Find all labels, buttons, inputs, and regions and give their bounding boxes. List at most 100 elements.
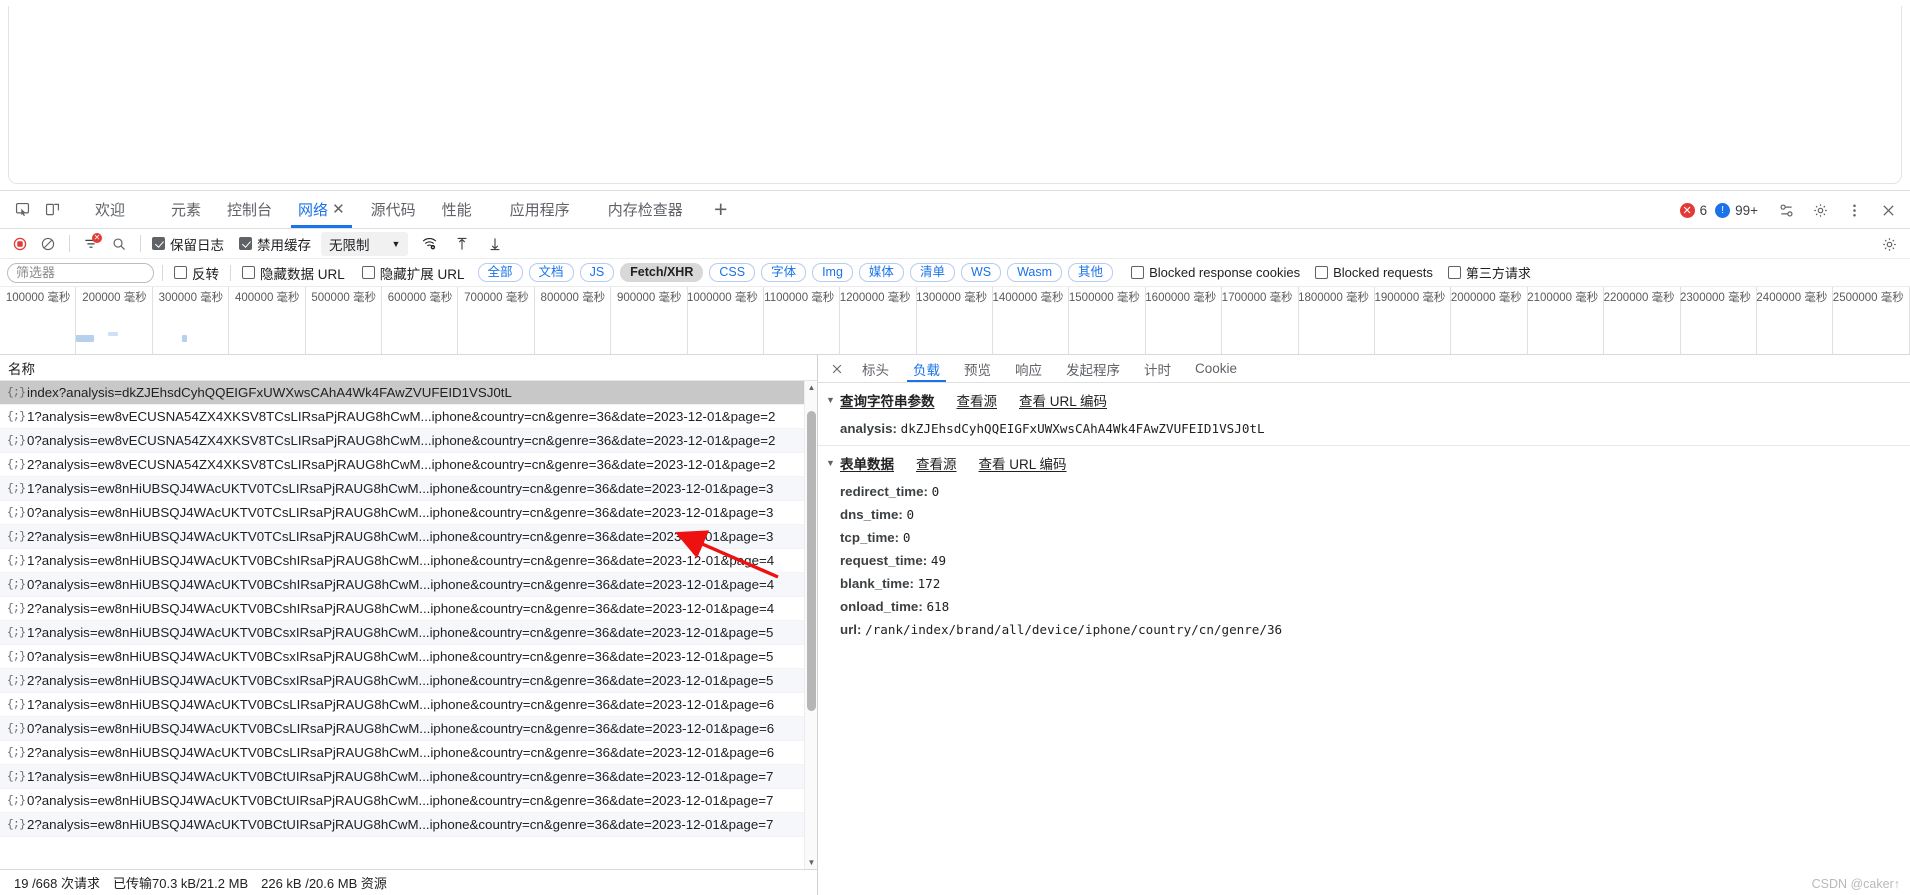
request-list[interactable]: {;} index?analysis=dkZJEhsdCyhQQEIGFxUWXw… <box>0 381 817 869</box>
request-list-scrollbar[interactable]: ▲ ▼ <box>804 381 817 869</box>
wifi-settings-icon[interactable] <box>416 232 442 256</box>
close-icon[interactable]: ✕ <box>332 202 345 217</box>
network-settings-gear-icon[interactable] <box>1876 232 1902 256</box>
tab-label: 性能 <box>441 202 472 219</box>
request-row[interactable]: {;} 1?analysis=ew8nHiUBSQJ4WAcUKTV0BCshIR… <box>0 549 817 573</box>
hide-extension-urls-checkbox[interactable]: 隐藏扩展 URL <box>361 263 465 283</box>
tab-memory-inspector[interactable]: 内存检查器 <box>595 192 696 228</box>
request-row[interactable]: {;} 0?analysis=ew8nHiUBSQJ4WAcUKTV0BCsLIR… <box>0 717 817 741</box>
form-data-section-header[interactable]: ▼ 表单数据 查看源 查看 URL 编码 <box>818 446 1910 480</box>
detail-tab-response[interactable]: 响应 <box>1003 355 1054 382</box>
request-name: 2?analysis=ew8vECUSNA54ZX4XKSV8TCsLIRsaP… <box>27 457 776 472</box>
filter-type-manifest[interactable]: 清单 <box>909 263 955 282</box>
tab-elements[interactable]: 元素 <box>158 192 214 228</box>
hide-data-urls-checkbox[interactable]: 隐藏数据 URL <box>242 263 345 283</box>
request-row[interactable]: {;} 2?analysis=ew8nHiUBSQJ4WAcUKTV0BCshIR… <box>0 597 817 621</box>
query-string-section-header[interactable]: ▼ 查询字符串参数 查看源 查看 URL 编码 <box>818 383 1910 417</box>
filter-type-img[interactable]: Img <box>812 263 853 282</box>
download-arrow-icon[interactable] <box>482 232 508 256</box>
blocked-response-cookies-checkbox[interactable]: Blocked response cookies <box>1131 265 1300 280</box>
tab-console[interactable]: 控制台 <box>214 192 285 228</box>
detail-tab-headers[interactable]: 标头 <box>850 355 901 382</box>
request-row[interactable]: {;} 1?analysis=ew8vECUSNA54ZX4XKSV8TCsLIR… <box>0 405 817 429</box>
filter-type-css[interactable]: CSS <box>709 263 756 282</box>
detail-tab-preview[interactable]: 预览 <box>952 355 1003 382</box>
request-row[interactable]: {;} 0?analysis=ew8nHiUBSQJ4WAcUKTV0BCshIR… <box>0 573 817 597</box>
request-row[interactable]: {;} 1?analysis=ew8nHiUBSQJ4WAcUKTV0BCsLIR… <box>0 693 817 717</box>
filter-type-wasm[interactable]: Wasm <box>1007 263 1063 282</box>
view-url-encoded-link[interactable]: 查看 URL 编码 <box>1019 390 1107 410</box>
tab-sources[interactable]: 源代码 <box>358 192 429 228</box>
filter-type-fetch-xhr[interactable]: Fetch/XHR <box>620 263 704 282</box>
filter-type-font[interactable]: 字体 <box>761 263 807 282</box>
view-source-link[interactable]: 查看源 <box>916 453 957 473</box>
scrollbar-thumb[interactable] <box>807 411 816 711</box>
filter-type-js[interactable]: JS <box>579 263 615 282</box>
detail-tab-cookies[interactable]: Cookie <box>1183 355 1249 382</box>
error-count-badge[interactable]: ✕ 6 <box>1679 202 1707 218</box>
inspect-element-icon[interactable] <box>8 196 36 224</box>
tab-welcome[interactable]: 欢迎 <box>82 192 138 228</box>
devtools-tabstrip-right: ✕ 6 ! 99+ <box>1679 191 1902 229</box>
third-party-requests-checkbox[interactable]: 第三方请求 <box>1447 263 1531 282</box>
scroll-down-arrow-icon[interactable]: ▼ <box>805 856 818 869</box>
request-row[interactable]: {;} 2?analysis=ew8nHiUBSQJ4WAcUKTV0BCsxIR… <box>0 669 817 693</box>
view-url-encoded-link[interactable]: 查看 URL 编码 <box>979 453 1067 473</box>
request-row[interactable]: {;} 1?analysis=ew8nHiUBSQJ4WAcUKTV0BCsxIR… <box>0 621 817 645</box>
gear-icon[interactable] <box>1806 196 1834 224</box>
clear-icon[interactable] <box>35 232 61 256</box>
disable-cache-checkbox[interactable]: 禁用缓存 <box>239 234 311 254</box>
customize-devtools-icon[interactable] <box>1772 196 1800 224</box>
resource-size-label: 226 kB /20.6 MB 资源 <box>261 876 387 891</box>
detail-tab-payload[interactable]: 负载 <box>901 355 952 382</box>
upload-arrow-icon[interactable] <box>449 232 475 256</box>
request-row[interactable]: {;} 0?analysis=ew8vECUSNA54ZX4XKSV8TCsLIR… <box>0 429 817 453</box>
filter-active-badge: ✕ <box>92 232 102 243</box>
query-param-row: analysis: dkZJEhsdCyhQQEIGFxUWXwsCAhA4Wk… <box>818 417 1910 440</box>
tab-application[interactable]: 应用程序 <box>497 192 583 228</box>
filter-input[interactable] <box>7 262 154 283</box>
request-row[interactable]: {;} 2?analysis=ew8vECUSNA54ZX4XKSV8TCsLIR… <box>0 453 817 477</box>
scroll-up-arrow-icon[interactable]: ▲ <box>805 381 818 394</box>
filter-icon[interactable]: ✕ <box>78 232 104 256</box>
tab-label: 应用程序 <box>509 202 570 219</box>
chevron-down-icon[interactable]: ▼ <box>826 458 840 468</box>
overview-tick-label: 800000 毫秒 <box>540 292 606 304</box>
search-icon[interactable] <box>106 232 132 256</box>
filter-type-other[interactable]: 其他 <box>1068 263 1114 282</box>
device-toolbar-icon[interactable] <box>38 196 66 224</box>
invert-checkbox[interactable]: 反转 <box>174 263 219 283</box>
filter-type-ws[interactable]: WS <box>960 263 1002 282</box>
add-panel-button[interactable]: + <box>706 195 736 225</box>
overview-tick-label: 2000000 毫秒 <box>1450 292 1522 304</box>
tab-network[interactable]: 网络 ✕ <box>285 192 358 228</box>
request-row[interactable]: {;} 1?analysis=ew8nHiUBSQJ4WAcUKTV0BCtUIR… <box>0 765 817 789</box>
throttling-select[interactable]: 无限制 ▼ <box>321 231 409 256</box>
warning-count-badge[interactable]: ! 99+ <box>1715 202 1758 218</box>
filter-type-all[interactable]: 全部 <box>477 263 523 282</box>
filter-type-media[interactable]: 媒体 <box>858 263 904 282</box>
chevron-down-icon[interactable]: ▼ <box>826 395 840 405</box>
overview-tick: 400000 毫秒 <box>229 287 306 354</box>
request-row[interactable]: {;} index?analysis=dkZJEhsdCyhQQEIGFxUWXw… <box>0 381 817 405</box>
request-row[interactable]: {;} 0?analysis=ew8nHiUBSQJ4WAcUKTV0BCsxIR… <box>0 645 817 669</box>
request-row[interactable]: {;} 0?analysis=ew8nHiUBSQJ4WAcUKTV0BCtUIR… <box>0 789 817 813</box>
request-row[interactable]: {;} 2?analysis=ew8nHiUBSQJ4WAcUKTV0BCsLIR… <box>0 741 817 765</box>
close-devtools-icon[interactable] <box>1874 196 1902 224</box>
record-stop-icon[interactable] <box>7 232 33 256</box>
filter-type-doc[interactable]: 文档 <box>528 263 574 282</box>
network-overview-timeline[interactable]: 100000 毫秒 200000 毫秒 300000 毫秒 400000 毫秒 5000… <box>0 287 1910 355</box>
request-row[interactable]: {;} 2?analysis=ew8nHiUBSQJ4WAcUKTV0BCtUIR… <box>0 813 817 837</box>
close-detail-icon[interactable] <box>824 356 850 382</box>
view-source-link[interactable]: 查看源 <box>957 390 998 410</box>
more-vertical-icon[interactable] <box>1840 196 1868 224</box>
request-row[interactable]: {;} 1?analysis=ew8nHiUBSQJ4WAcUKTV0TCsLIR… <box>0 477 817 501</box>
blocked-requests-checkbox[interactable]: Blocked requests <box>1315 265 1433 280</box>
detail-tab-initiator[interactable]: 发起程序 <box>1054 355 1132 382</box>
request-name: 1?analysis=ew8nHiUBSQJ4WAcUKTV0BCshIRsaP… <box>27 553 775 568</box>
tab-performance[interactable]: 性能 <box>429 192 485 228</box>
request-row[interactable]: {;} 2?analysis=ew8nHiUBSQJ4WAcUKTV0TCsLIR… <box>0 525 817 549</box>
preserve-log-checkbox[interactable]: 保留日志 <box>152 234 224 254</box>
detail-tab-timing[interactable]: 计时 <box>1132 355 1183 382</box>
request-row[interactable]: {;} 0?analysis=ew8nHiUBSQJ4WAcUKTV0TCsLIR… <box>0 501 817 525</box>
